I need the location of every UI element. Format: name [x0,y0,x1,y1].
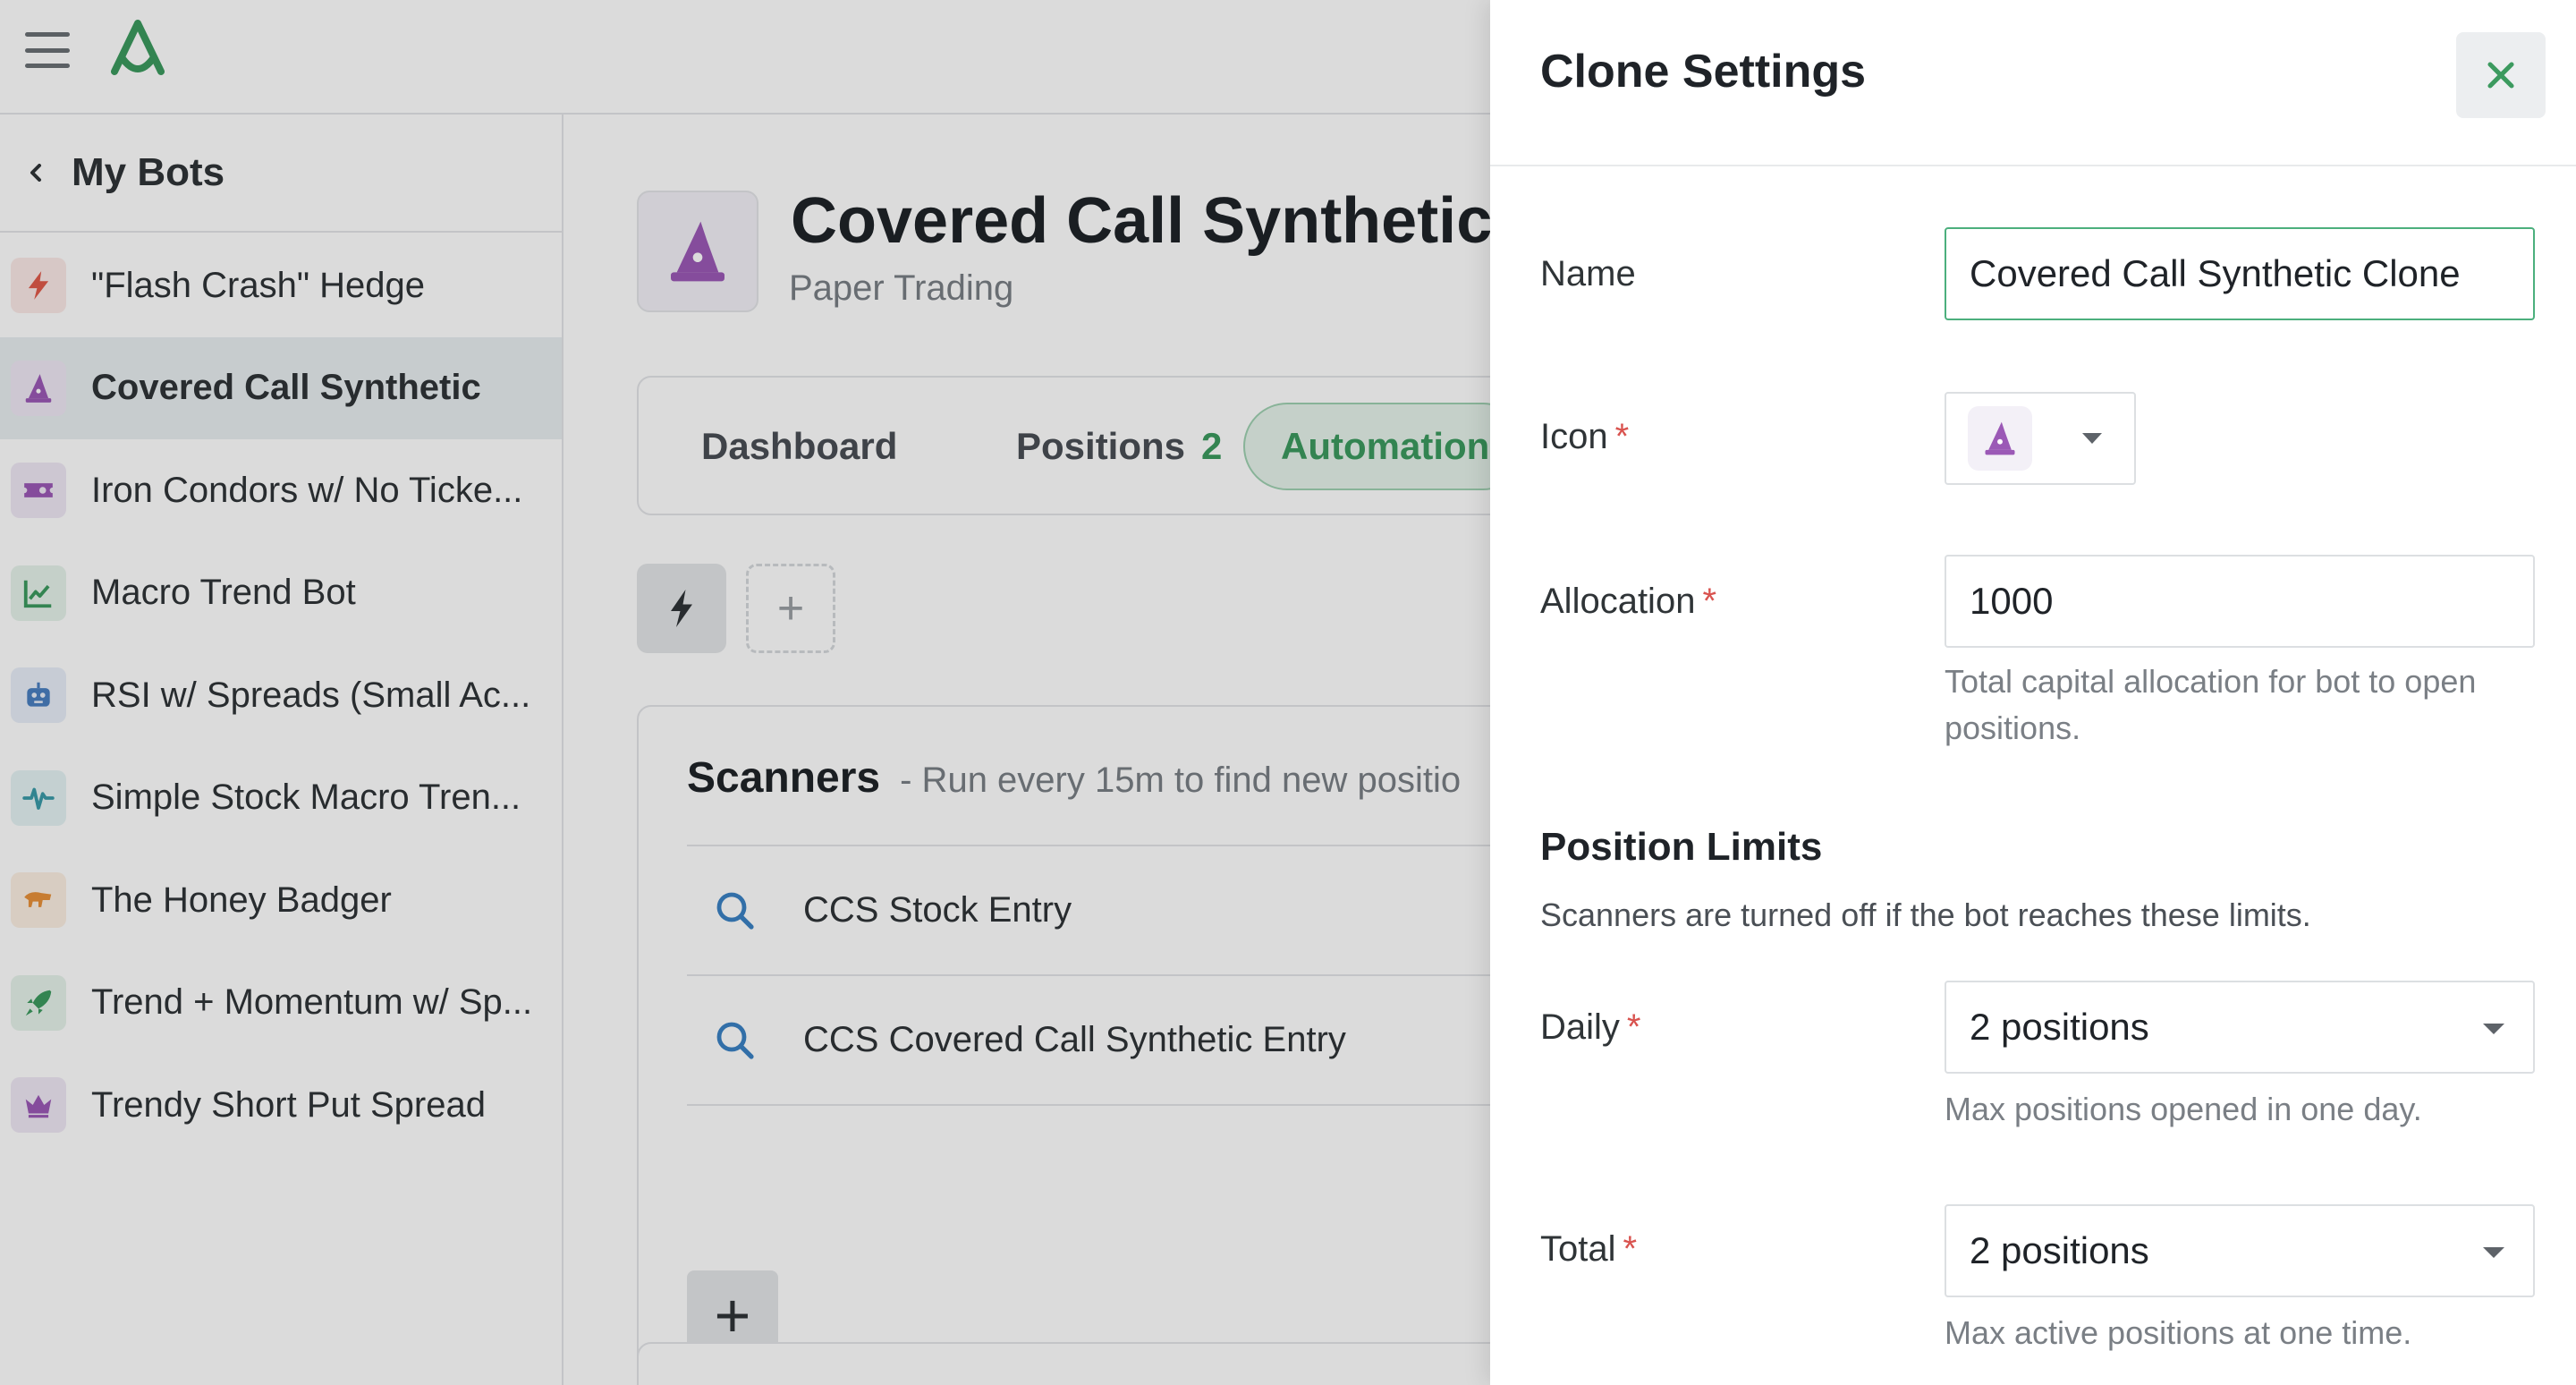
chevron-down-icon [2082,433,2102,444]
allocation-label: Allocation * [1540,582,1716,622]
close-icon [2487,62,2514,89]
chevron-down-icon [2483,1024,2504,1034]
clone-settings-drawer: Clone Settings Name Icon* Allocation* To… [1490,0,2576,1385]
daily-help: Max positions opened in one day. [1945,1091,2422,1127]
name-input[interactable] [1945,227,2535,320]
icon-select[interactable] [1945,392,2136,485]
chevron-down-icon [2483,1247,2504,1258]
icon-label-text: Icon [1540,417,1608,456]
position-limits-description: Scanners are turned off if the bot reach… [1540,896,2311,933]
daily-label-text: Daily [1540,1007,1620,1047]
total-label-text: Total [1540,1229,1616,1269]
close-button[interactable] [2456,32,2546,118]
drawer-title: Clone Settings [1540,46,1867,98]
name-label: Name [1540,254,1636,294]
daily-limit-value: 2 positions [1970,1006,2149,1048]
required-mark: * [1702,582,1717,621]
icon-label: Icon * [1540,417,1629,457]
required-mark: * [1614,417,1630,456]
name-label-text: Name [1540,254,1636,293]
daily-label: Daily * [1540,1007,1640,1048]
total-label: Total * [1540,1229,1637,1270]
allocation-input[interactable] [1945,555,2535,648]
allocation-label-text: Allocation [1540,582,1696,621]
daily-limit-select[interactable]: 2 positions [1945,981,2535,1074]
total-help: Max active positions at one time. [1945,1314,2412,1351]
wizard-hat-icon [1968,406,2032,471]
total-limit-select[interactable]: 2 positions [1945,1204,2535,1297]
required-mark: * [1623,1229,1638,1269]
allocation-help: Total capital allocation for bot to open… [1945,663,2477,747]
total-limit-value: 2 positions [1970,1229,2149,1271]
drawer-header: Clone Settings [1490,0,2576,166]
required-mark: * [1626,1007,1641,1047]
position-limits-title: Position Limits [1540,825,1823,869]
